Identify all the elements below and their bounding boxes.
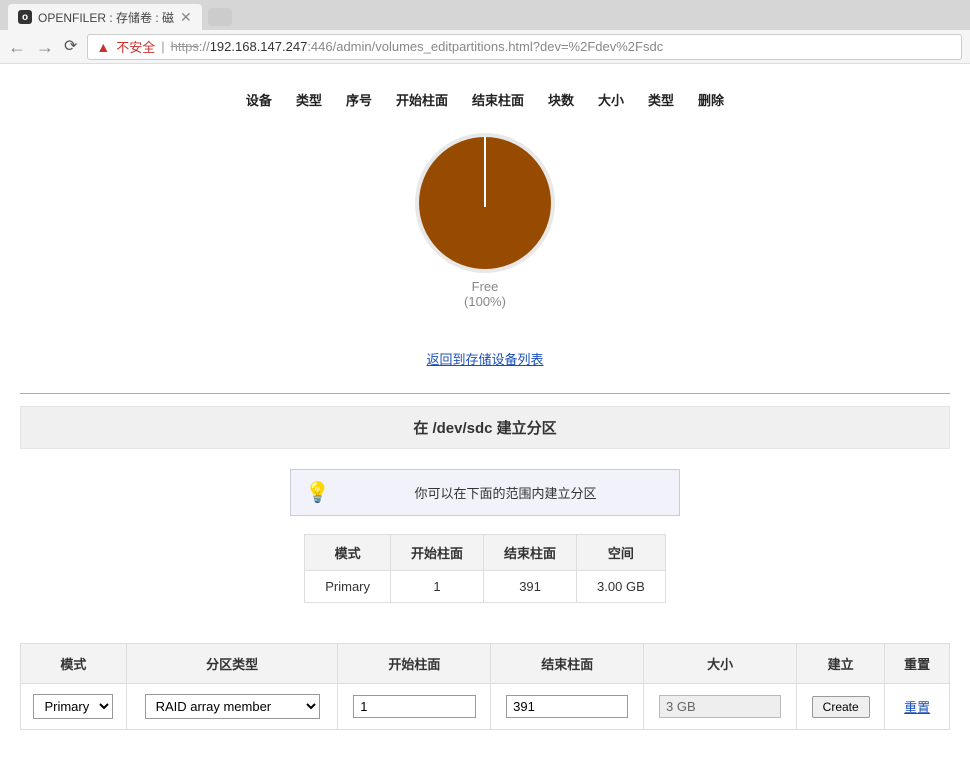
not-secure-label: 不安全 xyxy=(116,37,155,56)
col-index: 序号 xyxy=(334,84,384,115)
col-blocks: 块数 xyxy=(536,84,586,115)
range-row: Primary 1 391 3.00 GB xyxy=(305,571,666,603)
warning-icon: ▲ xyxy=(96,39,110,55)
url-rest: :446/admin/volumes_editpartitions.html?d… xyxy=(307,39,663,54)
range-mode: Primary xyxy=(305,571,391,603)
disk-usage-chart: Free (100%) xyxy=(20,133,950,309)
url-sep2: :// xyxy=(199,39,210,54)
range-table: 模式 开始柱面 结束柱面 空间 Primary 1 391 3.00 GB xyxy=(304,534,666,603)
forward-icon[interactable]: → xyxy=(36,38,54,56)
form-col-type: 分区类型 xyxy=(126,644,338,684)
end-cylinder-input[interactable] xyxy=(506,695,628,718)
reload-icon[interactable]: ⟳ xyxy=(64,39,77,55)
url-field[interactable]: ▲ 不安全 | https://192.168.147.247:446/admi… xyxy=(87,34,962,60)
form-col-end: 结束柱面 xyxy=(491,644,644,684)
browser-tab[interactable]: o OPENFILER : 存储卷 : 磁 ✕ xyxy=(8,4,202,30)
col-size: 大小 xyxy=(586,84,636,115)
range-col-start: 开始柱面 xyxy=(391,535,484,571)
back-icon[interactable]: ← xyxy=(8,38,26,56)
range-col-end: 结束柱面 xyxy=(484,535,577,571)
info-text: 你可以在下面的范围内建立分区 xyxy=(346,483,665,502)
partitions-header-table: 设备 类型 序号 开始柱面 结束柱面 块数 大小 类型 删除 xyxy=(20,84,950,115)
form-row: Primary RAID array member Create 重置 xyxy=(21,684,950,730)
url-separator: | xyxy=(161,39,164,54)
form-col-reset: 重置 xyxy=(885,644,950,684)
pie-label-name: Free xyxy=(472,279,499,294)
form-col-mode: 模式 xyxy=(21,644,127,684)
section-divider xyxy=(20,393,950,394)
partition-type-select[interactable]: RAID array member xyxy=(145,694,320,719)
col-type2: 类型 xyxy=(636,84,686,115)
create-button[interactable]: Create xyxy=(812,696,870,718)
col-delete: 删除 xyxy=(686,84,736,115)
start-cylinder-input[interactable] xyxy=(353,695,475,718)
col-start-cyl: 开始柱面 xyxy=(384,84,460,115)
range-col-mode: 模式 xyxy=(305,535,391,571)
mode-select[interactable]: Primary xyxy=(33,694,113,719)
pie-chart xyxy=(415,133,555,273)
form-col-size: 大小 xyxy=(644,644,797,684)
col-device: 设备 xyxy=(234,84,284,115)
browser-address-bar: ← → ⟳ ▲ 不安全 | https://192.168.147.247:44… xyxy=(0,30,970,64)
range-col-space: 空间 xyxy=(577,535,666,571)
form-col-create: 建立 xyxy=(797,644,885,684)
browser-tab-bar: o OPENFILER : 存储卷 : 磁 ✕ xyxy=(0,0,970,30)
range-end: 391 xyxy=(484,571,577,603)
pie-label-pct: (100%) xyxy=(464,294,506,309)
tab-title: OPENFILER : 存储卷 : 磁 xyxy=(38,9,174,26)
back-to-device-list-link[interactable]: 返回到存储设备列表 xyxy=(426,352,543,367)
lightbulb-icon: 💡 xyxy=(305,480,330,505)
range-space: 3.00 GB xyxy=(577,571,666,603)
url-proto: https xyxy=(171,39,199,54)
form-col-start: 开始柱面 xyxy=(338,644,491,684)
info-box: 💡 你可以在下面的范围内建立分区 xyxy=(290,469,680,516)
size-display xyxy=(659,695,781,718)
url-host: 192.168.147.247 xyxy=(210,39,308,54)
close-icon[interactable]: ✕ xyxy=(180,10,192,24)
range-start: 1 xyxy=(391,571,484,603)
col-type: 类型 xyxy=(284,84,334,115)
create-partition-form: 模式 分区类型 开始柱面 结束柱面 大小 建立 重置 Primary RAID … xyxy=(20,643,950,730)
new-tab-button[interactable] xyxy=(208,8,232,26)
page-content: 设备 类型 序号 开始柱面 结束柱面 块数 大小 类型 删除 Free (100… xyxy=(0,84,970,760)
col-end-cyl: 结束柱面 xyxy=(460,84,536,115)
site-favicon: o xyxy=(18,10,32,24)
create-partition-heading: 在 /dev/sdc 建立分区 xyxy=(20,406,950,449)
